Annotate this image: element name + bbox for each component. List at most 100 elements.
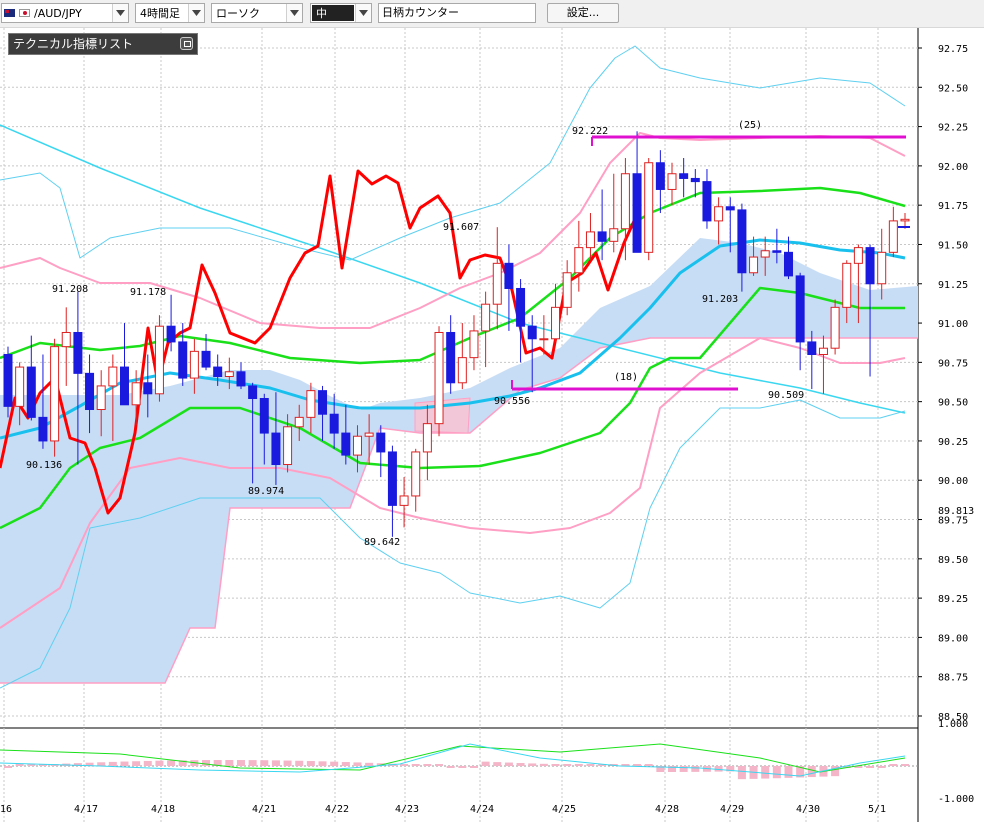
osc-bar bbox=[411, 764, 420, 766]
candle-body bbox=[178, 341, 188, 379]
indicator-list-panel[interactable]: テクニカル指標リスト bbox=[8, 33, 198, 55]
collapse-toggle-icon[interactable] bbox=[180, 37, 193, 50]
line-width-select[interactable]: 中 bbox=[310, 3, 372, 23]
candle-body bbox=[900, 218, 910, 222]
osc-bar bbox=[202, 760, 211, 766]
date-tick-label: 4/23 bbox=[395, 804, 419, 815]
low-label: 90.556 bbox=[494, 396, 530, 407]
candle-body bbox=[620, 173, 630, 230]
osc-bar bbox=[889, 764, 898, 766]
osc-bar bbox=[167, 760, 176, 766]
price-tick-label: 92.25 bbox=[938, 123, 968, 134]
osc-bar bbox=[225, 760, 234, 766]
candle-body bbox=[737, 209, 747, 274]
candle-body bbox=[26, 366, 36, 418]
candle-body bbox=[85, 372, 95, 411]
osc-tick-label: 1.000 bbox=[938, 719, 968, 730]
osc-bar bbox=[306, 761, 315, 766]
candle-body bbox=[714, 206, 724, 222]
chart-type-select[interactable]: ローソク bbox=[211, 3, 303, 23]
chevron-down-icon[interactable] bbox=[188, 4, 204, 22]
candle-body bbox=[73, 331, 83, 374]
candle-body bbox=[481, 303, 491, 332]
candle-body bbox=[38, 416, 48, 442]
candle-body bbox=[749, 256, 759, 274]
date-tick-label: 4/17 bbox=[74, 804, 98, 815]
candle-body bbox=[562, 272, 572, 308]
price-tick-label: 92.75 bbox=[938, 44, 968, 55]
candle-body bbox=[551, 306, 561, 340]
candle-body bbox=[760, 250, 770, 258]
candle-body bbox=[387, 451, 397, 506]
candle-body bbox=[667, 173, 677, 190]
chevron-down-icon[interactable] bbox=[112, 4, 128, 22]
osc-bar bbox=[155, 760, 164, 766]
candle-body bbox=[15, 366, 25, 407]
line-width-value: 中 bbox=[312, 5, 354, 21]
timeframe-select[interactable]: 4時間足 bbox=[135, 3, 205, 23]
price-tick-label: 91.25 bbox=[938, 280, 968, 291]
candle-body bbox=[108, 366, 118, 387]
low-label: 89.974 bbox=[248, 486, 284, 497]
candle-body bbox=[865, 247, 875, 285]
osc-bar bbox=[586, 764, 595, 766]
osc-bar bbox=[108, 761, 117, 766]
chevron-down-icon[interactable] bbox=[355, 4, 371, 22]
candle-body bbox=[201, 350, 211, 368]
price-tick-label: 88.75 bbox=[938, 673, 968, 684]
candle-body bbox=[574, 247, 584, 274]
candle-body bbox=[143, 382, 153, 395]
price-tick-label: 90.75 bbox=[938, 358, 968, 369]
candle-body bbox=[679, 173, 689, 179]
candle-body bbox=[853, 247, 863, 264]
osc-bar bbox=[539, 763, 548, 766]
candle-body bbox=[236, 371, 246, 387]
price-tick-label: 90.00 bbox=[938, 476, 968, 487]
current-price-label: 89.813 bbox=[938, 506, 974, 517]
low-label: 91.203 bbox=[702, 294, 738, 305]
osc-bar bbox=[761, 766, 770, 779]
candle-body bbox=[119, 366, 129, 406]
osc-bar bbox=[574, 764, 583, 766]
osc-bar bbox=[271, 760, 280, 766]
toolbar: /AUD/JPY 4時間足 ローソク 中 日柄カウンター 設定... bbox=[0, 0, 984, 28]
candle-body bbox=[248, 385, 258, 400]
candle-body bbox=[818, 347, 828, 355]
osc-bar bbox=[877, 766, 886, 768]
osc-bar bbox=[132, 761, 141, 766]
date-tick-label: /16 bbox=[0, 804, 12, 815]
osc-bar bbox=[528, 763, 537, 766]
date-tick-label: 4/22 bbox=[325, 804, 349, 815]
day-counter-field[interactable]: 日柄カウンター bbox=[378, 3, 536, 23]
date-tick-label: 4/24 bbox=[470, 804, 494, 815]
price-tick-label: 89.25 bbox=[938, 594, 968, 605]
candle-body bbox=[399, 495, 409, 506]
candle-body bbox=[877, 251, 887, 285]
date-tick-label: 4/21 bbox=[252, 804, 276, 815]
osc-bar bbox=[260, 760, 269, 766]
candle-body bbox=[271, 432, 281, 466]
candle-body bbox=[469, 330, 479, 359]
candle-body bbox=[644, 162, 654, 253]
symbol-value: /AUD/JPY bbox=[34, 6, 82, 20]
candle-body bbox=[259, 398, 269, 434]
candle-body bbox=[189, 350, 199, 379]
currency-flags-icon bbox=[4, 9, 30, 17]
candle-body bbox=[446, 331, 456, 384]
osc-bar bbox=[435, 764, 444, 766]
symbol-select[interactable]: /AUD/JPY bbox=[1, 3, 129, 23]
settings-button[interactable]: 設定... bbox=[547, 3, 619, 23]
date-tick-label: 4/25 bbox=[552, 804, 576, 815]
counter-label-18: (18) bbox=[614, 372, 638, 383]
candle-body bbox=[154, 325, 164, 395]
price-chart[interactable]: 91.208 91.178 91.607 92.222 90.136 89.974 89.6… bbox=[0, 28, 984, 822]
osc-bar bbox=[143, 760, 152, 766]
price-axis: 92.75 92.50 92.25 92.00 91.75 91.50 91.25 91.00… bbox=[918, 44, 974, 723]
candle-body bbox=[294, 416, 304, 428]
date-tick-label: 5/1 bbox=[868, 804, 886, 815]
osc-bar bbox=[866, 766, 875, 768]
candle-body bbox=[690, 177, 700, 183]
chevron-down-icon[interactable] bbox=[286, 4, 302, 22]
osc-bar bbox=[901, 764, 909, 766]
candle-body bbox=[795, 275, 805, 343]
